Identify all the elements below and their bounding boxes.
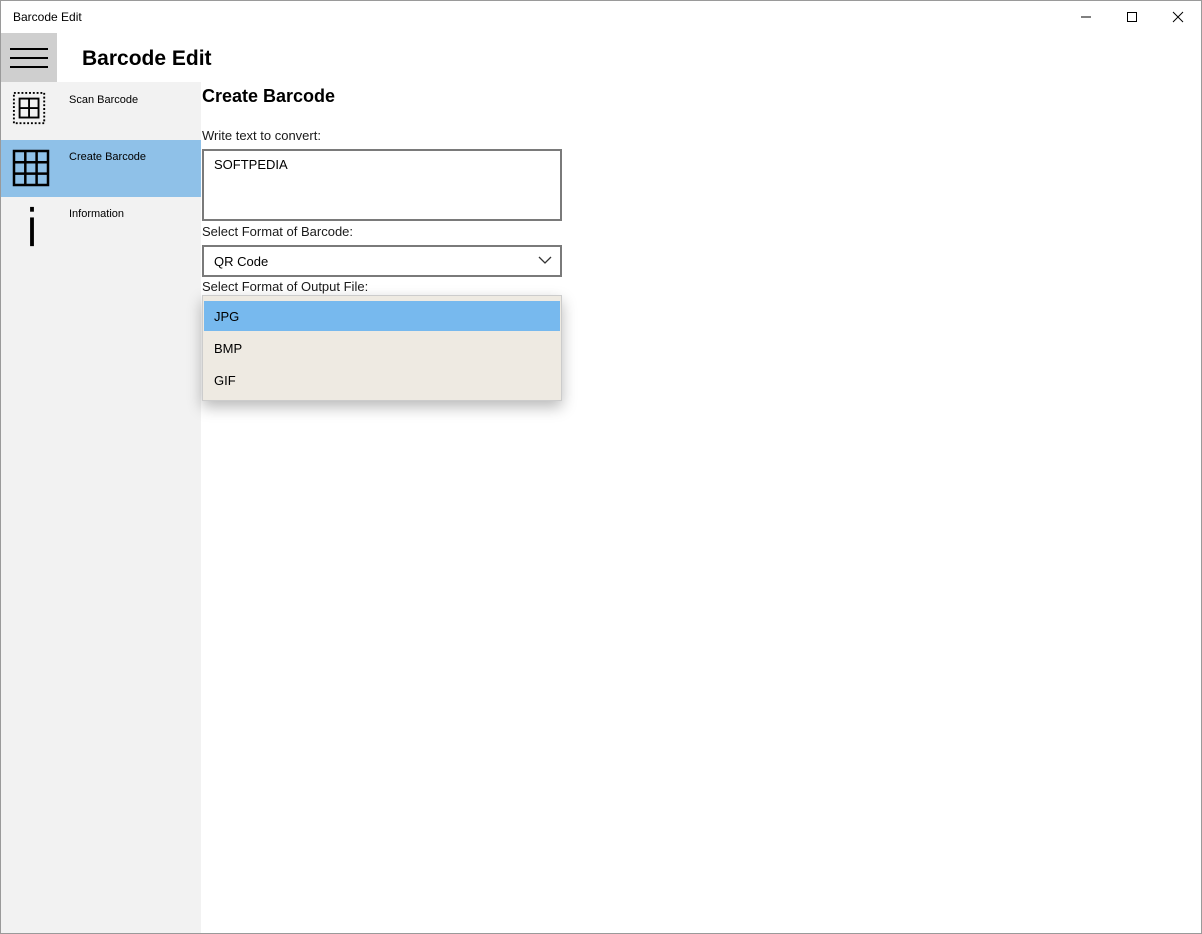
chevron-down-icon: [538, 256, 552, 264]
text-input-value: SOFTPEDIA: [214, 157, 288, 172]
scan-barcode-icon: [12, 91, 46, 125]
hamburger-icon: [10, 47, 48, 68]
nav-item-create-barcode[interactable]: Create Barcode: [1, 140, 201, 197]
minimize-icon: [1081, 16, 1091, 18]
option-label: BMP: [214, 341, 243, 356]
output-format-dropdown-list: JPG BMP GIF: [202, 295, 562, 401]
text-input-label: Write text to convert:: [202, 128, 321, 143]
info-icon: [30, 206, 34, 247]
dropdown-option-gif[interactable]: GIF: [204, 365, 560, 395]
barcode-format-label: Select Format of Barcode:: [202, 224, 354, 239]
text-to-convert-input[interactable]: SOFTPEDIA: [202, 149, 562, 221]
hamburger-menu-button[interactable]: [1, 33, 57, 82]
barcode-format-value: QR Code: [214, 254, 269, 269]
app-title: Barcode Edit: [82, 47, 212, 70]
close-icon: [1172, 11, 1184, 23]
title-bar[interactable]: Barcode Edit: [1, 1, 1201, 33]
page-title: Create Barcode: [202, 86, 336, 106]
option-label: JPG: [214, 309, 240, 324]
minimize-button[interactable]: [1063, 1, 1109, 33]
close-button[interactable]: [1155, 1, 1201, 33]
nav-item-scan-barcode[interactable]: Scan Barcode: [1, 83, 201, 140]
nav-item-label: Information: [69, 208, 125, 220]
nav-item-label: Create Barcode: [69, 151, 147, 163]
dropdown-option-bmp[interactable]: BMP: [204, 333, 560, 363]
nav-item-information[interactable]: Information: [1, 197, 201, 254]
option-label: GIF: [214, 373, 236, 388]
output-format-label: Select Format of Output File:: [202, 279, 369, 294]
grid-icon: [12, 149, 50, 187]
window-title: Barcode Edit: [13, 10, 82, 24]
maximize-button[interactable]: [1109, 1, 1155, 33]
app-window: Barcode Edit Barcode Edit Scan Barcode C…: [0, 0, 1202, 934]
maximize-icon: [1127, 12, 1137, 22]
dropdown-option-jpg[interactable]: JPG: [204, 301, 560, 331]
barcode-format-select[interactable]: QR Code: [202, 245, 562, 277]
nav-item-label: Scan Barcode: [69, 94, 139, 106]
